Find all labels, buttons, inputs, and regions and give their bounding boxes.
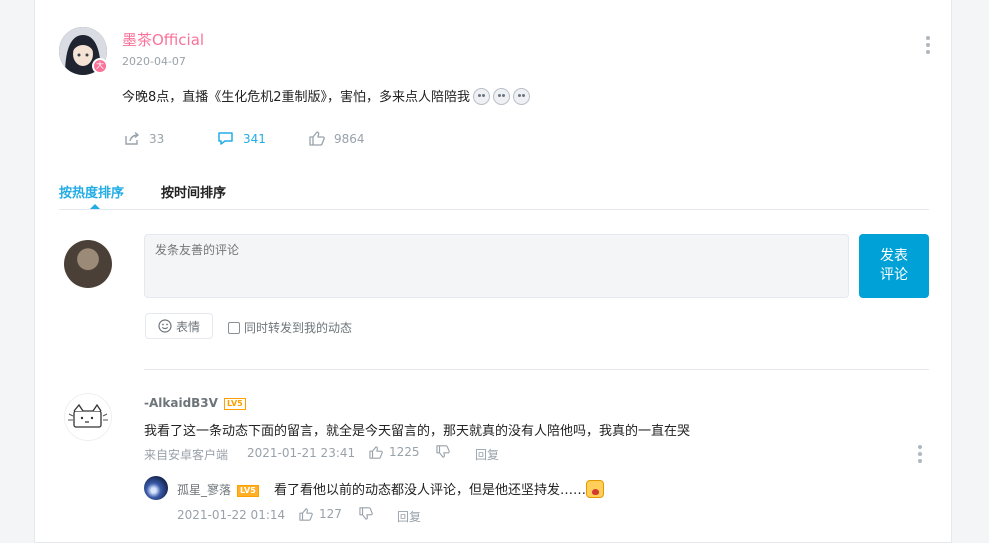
thumbs-up-icon (299, 507, 313, 521)
reply-like-button[interactable]: 127 (299, 507, 342, 521)
reply-user-avatar[interactable] (144, 476, 168, 500)
reply-dislike-button[interactable] (359, 507, 373, 523)
reply-content: 看了看他以前的动态都没人评论，但是他还坚持发…… (274, 479, 605, 498)
comment-reply-button[interactable]: 回复 (475, 446, 499, 463)
reply-username[interactable]: 孤星_寥落 (177, 483, 231, 497)
repost-checkbox[interactable]: 同时转发到我的动态 (228, 319, 352, 336)
reply-reply-button[interactable]: 回复 (397, 508, 421, 525)
share-count: 33 (149, 131, 165, 146)
sticker-emoji-icon (473, 88, 491, 105)
comment-input[interactable] (144, 234, 849, 298)
tab-sort-by-time[interactable]: 按时间排序 (161, 182, 226, 201)
reply-text: 看了看他以前的动态都没人评论，但是他还坚持发…… (274, 483, 587, 498)
comment-button[interactable]: 341 (217, 131, 266, 146)
comment-more-icon[interactable] (917, 445, 923, 463)
thumbs-down-icon (436, 445, 450, 458)
post-content: 今晚8点，直播《生化危机2重制版》，害怕，多来点人陪陪我 (122, 86, 531, 105)
commenter-avatar[interactable] (64, 393, 112, 441)
level-badge: LV5 (223, 398, 246, 410)
comment-count: 341 (243, 131, 266, 146)
current-user-avatar[interactable] (64, 240, 112, 288)
post-comment-button[interactable]: 发表 评论 (859, 234, 929, 298)
level-badge: LV5 (237, 485, 259, 497)
comment-dislike-button[interactable] (436, 445, 450, 461)
divider (144, 369, 929, 370)
post-date: 2020-04-07 (122, 55, 186, 68)
comment-username[interactable]: -AlkaidB3V (144, 396, 218, 410)
dynamic-card: 大 墨茶Official 2020-04-07 今晚8点，直播《生化危机2重制版… (34, 0, 952, 543)
like-count: 9864 (334, 131, 365, 146)
comment-text: 我看了这一条动态下面的留言，就全是今天留言的，那天就真的没有人陪他吗，我真的一直… (144, 424, 691, 439)
share-icon (125, 131, 140, 145)
share-button[interactable]: 33 (124, 131, 164, 146)
emoji-label: 表情 (175, 319, 200, 334)
thumbs-up-icon (369, 445, 383, 459)
more-menu-icon[interactable] (925, 36, 931, 54)
thumbs-up-icon (309, 131, 325, 146)
comment-like-count: 1225 (389, 445, 420, 459)
repost-label: 同时转发到我的动态 (244, 321, 353, 335)
post-text: 今晚8点，直播《生化危机2重制版》，害怕，多来点人陪陪我 (122, 90, 471, 105)
reply-user: 孤星_寥落 LV5 (177, 481, 259, 498)
thumbs-down-icon (359, 507, 373, 520)
emoji-button[interactable]: 表情 (145, 313, 213, 339)
official-badge-icon: 大 (92, 58, 108, 74)
checkbox-icon[interactable] (228, 321, 240, 334)
sticker-emoji-icon (493, 88, 511, 105)
smiley-icon (158, 319, 172, 333)
comment-icon (218, 132, 233, 145)
reply-time: 2021-01-22 01:14 (177, 508, 286, 522)
comment-sort-tabs: 按热度排序 按时间排序 (59, 182, 929, 210)
comment-source: 来自安卓客户端 (144, 448, 229, 462)
sticker-emoji-icon (513, 88, 531, 105)
like-button[interactable]: 9864 (309, 131, 365, 146)
reply-like-count: 127 (319, 507, 342, 521)
active-tab-indicator (90, 204, 100, 209)
comment-user: -AlkaidB3V LV5 (144, 396, 246, 410)
tab-sort-by-hot[interactable]: 按热度排序 (59, 182, 124, 201)
crying-emoji-icon (586, 480, 605, 498)
author-name[interactable]: 墨茶Official (122, 29, 204, 50)
comment-time: 2021-01-21 23:41 (247, 446, 356, 460)
comment-like-button[interactable]: 1225 (369, 445, 420, 459)
